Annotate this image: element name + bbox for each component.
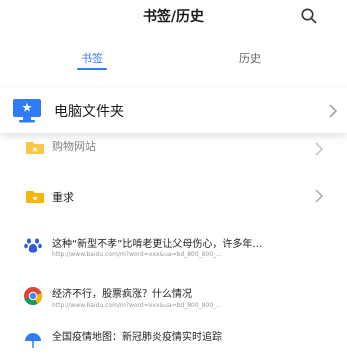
computer-folder-label: 电脑文件夹: [54, 104, 124, 120]
folder-item-shopping[interactable]: 购物网站: [0, 134, 347, 160]
folder-icon: [26, 191, 44, 203]
chevron-right-icon: [315, 189, 324, 203]
computer-folder-icon: [13, 99, 41, 123]
tab-history[interactable]: 历史: [220, 50, 280, 66]
bookmark-item[interactable]: 经济不行，股票疯涨？什么情况 http://www.baidu.com/m?wo…: [0, 280, 347, 320]
active-tab-indicator: [77, 68, 107, 70]
header-bar: 书签/历史: [0, 0, 347, 34]
search-icon[interactable]: [300, 7, 318, 25]
bookmark-url: http://www.baidu.com/m?word=xxx&ua=bd_80…: [52, 251, 222, 258]
bookmark-title: 这种“新型不孝”比啃老更让父母伤心，许多年…: [52, 239, 263, 250]
folder-label: 购物网站: [52, 140, 96, 153]
folder-label: 重求: [52, 191, 74, 204]
folder-icon: [26, 142, 44, 154]
chrome-icon: [24, 287, 43, 306]
bookmark-item[interactable]: 全国疫情地图：新冠肺炎疫情实时追踪: [0, 324, 347, 364]
page-title: 书签/历史: [142, 9, 205, 25]
computer-folder-item[interactable]: 电脑文件夹: [0, 88, 347, 133]
tab-bookmarks[interactable]: 书签: [62, 50, 122, 66]
bookmark-title: 经济不行，股票疯涨？什么情况: [52, 289, 192, 300]
bookmark-item[interactable]: 这种“新型不孝”比啃老更让父母伤心，许多年… http://www.baidu.…: [0, 230, 347, 270]
baidu-paw-icon: [24, 238, 42, 253]
chevron-right-icon: [329, 104, 338, 118]
folder-item-rec[interactable]: 重求: [0, 178, 347, 214]
tab-bar: 书签 历史: [0, 44, 347, 72]
umbrella-icon: [25, 333, 41, 348]
bookmark-url: http://www.baidu.com/m?word=xxx&ua=bd_80…: [52, 302, 222, 309]
chevron-right-icon: [315, 142, 324, 156]
bookmark-title: 全国疫情地图：新冠肺炎疫情实时追踪: [52, 332, 222, 343]
